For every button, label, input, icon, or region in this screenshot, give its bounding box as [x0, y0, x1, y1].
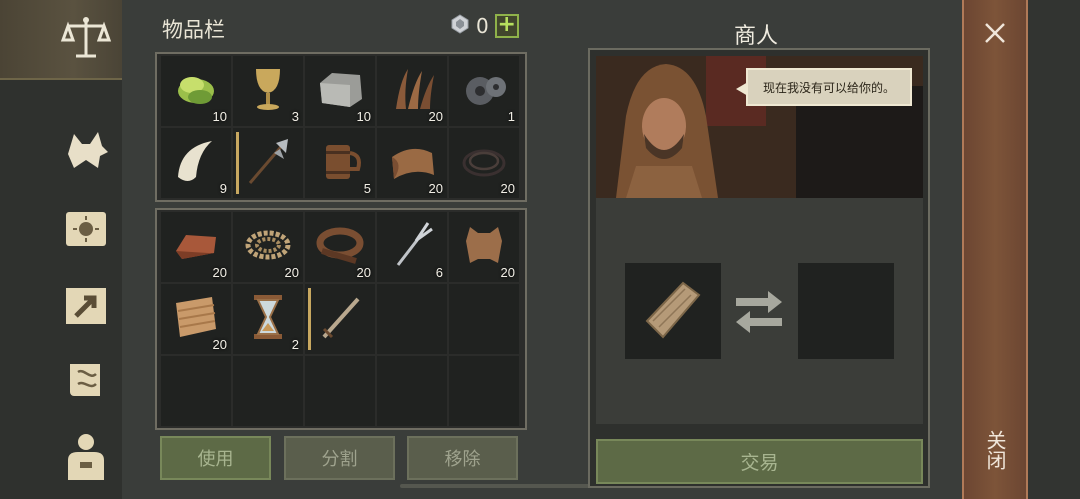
inventory-slot[interactable]: 3 [233, 56, 303, 126]
sun-book-icon[interactable] [58, 200, 114, 256]
item-count: 1 [507, 109, 515, 124]
item-count: 9 [219, 181, 227, 196]
item-count: 20 [212, 337, 227, 352]
gem-icon [450, 14, 470, 38]
inventory-slot[interactable] [449, 284, 519, 354]
item-count: 20 [428, 181, 443, 196]
merchant-title: 商人 [734, 24, 779, 49]
fork-tool-icon [384, 217, 440, 277]
inventory-slot[interactable]: 20 [377, 56, 447, 126]
merchant-speech-bubble: 现在我没有可以给你的。 [736, 68, 912, 106]
gears-icon [456, 61, 512, 121]
item-count: 10 [212, 109, 227, 124]
close-label[interactable]: 关闭 [982, 430, 1008, 470]
inventory-slot[interactable]: 10 [161, 56, 231, 126]
sword-icon [312, 289, 368, 349]
inventory-slot[interactable]: 5 [305, 128, 375, 198]
trade-button[interactable]: 交易 [596, 439, 923, 484]
wood-plank-icon [645, 281, 701, 339]
item-count: 20 [284, 265, 299, 280]
item-count: 20 [212, 265, 227, 280]
equipped-marker [308, 288, 311, 350]
inventory-slot[interactable] [233, 356, 303, 426]
item-count: 5 [363, 181, 371, 196]
split-button[interactable]: 分割 [284, 436, 395, 480]
item-count: 10 [356, 109, 371, 124]
item-count: 6 [435, 265, 443, 280]
offer-slot[interactable] [625, 263, 721, 359]
swap-arrows-icon [732, 288, 786, 334]
map-arrow-icon[interactable] [58, 278, 114, 334]
inventory-slot[interactable]: 20 [161, 284, 231, 354]
balance-scale-icon[interactable] [58, 10, 114, 66]
close-icon[interactable] [982, 20, 1008, 46]
inventory-slot[interactable]: 10 [305, 56, 375, 126]
inventory-slot[interactable]: 6 [377, 212, 447, 282]
inventory-slot[interactable] [233, 128, 303, 198]
quest-scroll-icon[interactable] [58, 352, 114, 408]
inventory-slot[interactable] [305, 356, 375, 426]
goblet-icon [240, 61, 296, 121]
item-count: 2 [291, 337, 299, 352]
equipped-marker [236, 132, 239, 194]
inventory-grid-bottom: 20 20 20 6 20 20 2 [161, 212, 519, 426]
wolf-icon[interactable] [58, 122, 114, 178]
inventory-slot[interactable] [449, 356, 519, 426]
inventory-grid-top: 10 3 10 20 1 9 5 20 20 [161, 56, 519, 198]
currency-display: 0 + [450, 14, 519, 38]
inventory-slot[interactable] [377, 284, 447, 354]
inventory-slot[interactable]: 20 [305, 212, 375, 282]
inventory-slot[interactable] [161, 356, 231, 426]
currency-value: 0 [476, 14, 489, 38]
inventory-slot[interactable]: 20 [161, 212, 231, 282]
inventory-slot[interactable]: 9 [161, 128, 231, 198]
halberd-icon [240, 133, 296, 193]
item-count: 20 [500, 265, 515, 280]
add-currency-button[interactable]: + [494, 14, 519, 38]
item-count: 20 [428, 109, 443, 124]
remove-button[interactable]: 移除 [407, 436, 518, 480]
inventory-slot[interactable]: 2 [233, 284, 303, 354]
character-icon[interactable] [58, 428, 114, 484]
hourglass-icon [240, 289, 296, 349]
inventory-slot[interactable]: 20 [449, 128, 519, 198]
inventory-title: 物品栏 [162, 18, 225, 42]
inventory-slot[interactable] [305, 284, 375, 354]
side-nav [0, 0, 122, 499]
item-count: 20 [356, 265, 371, 280]
tankard-icon [312, 133, 368, 193]
inventory-slot[interactable]: 20 [377, 128, 447, 198]
receive-slot[interactable] [798, 263, 894, 359]
inventory-slot[interactable]: 1 [449, 56, 519, 126]
close-panel[interactable] [962, 0, 1028, 499]
fang-icon [168, 133, 224, 193]
inventory-slot[interactable]: 20 [233, 212, 303, 282]
item-count: 20 [500, 181, 515, 196]
inventory-slot[interactable] [377, 356, 447, 426]
use-button[interactable]: 使用 [160, 436, 271, 480]
item-count: 3 [291, 109, 299, 124]
inventory-slot[interactable]: 20 [449, 212, 519, 282]
